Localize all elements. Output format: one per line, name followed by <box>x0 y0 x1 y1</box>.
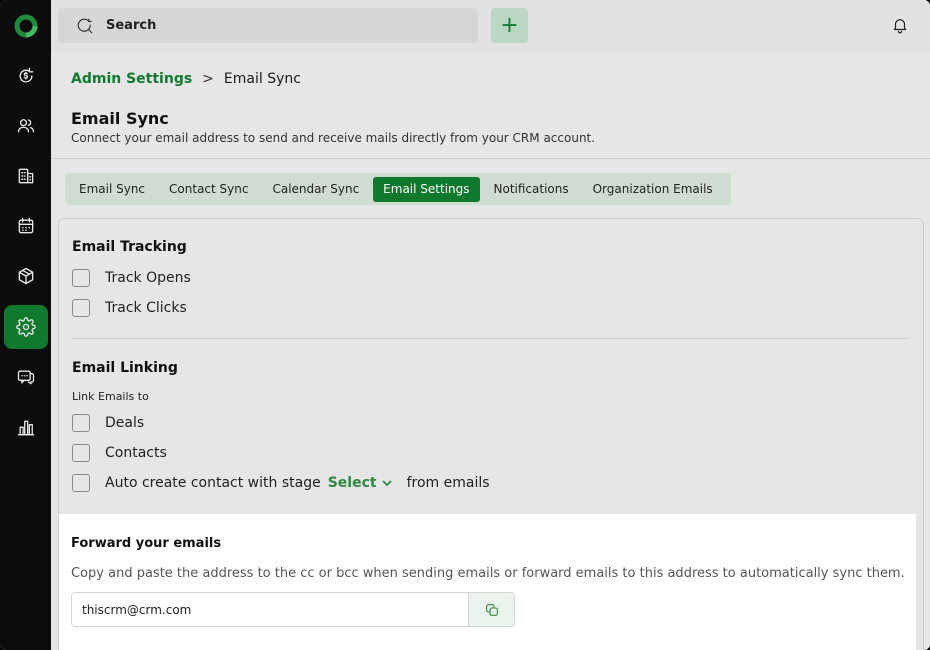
auto-create-label: Auto create contact with stage <box>105 475 321 491</box>
track-clicks-option[interactable]: Track Clicks <box>72 299 187 317</box>
calendar-icon <box>18 217 34 234</box>
bell-icon <box>893 19 907 34</box>
contacts-checkbox[interactable] <box>72 444 90 462</box>
contacts-label: Contacts <box>105 445 167 461</box>
search-box[interactable]: Search <box>58 8 478 43</box>
sidebar-item-calendar[interactable] <box>4 204 48 248</box>
box-icon <box>18 267 34 285</box>
sidebar-item-messages[interactable] <box>4 355 48 399</box>
track-clicks-checkbox[interactable] <box>72 299 90 317</box>
chevron-down-icon <box>382 480 391 486</box>
divider <box>51 158 930 159</box>
app-window: Search + Admin Settings > Email Sync Ema… <box>0 0 930 650</box>
search-icon <box>77 18 93 33</box>
deals-option[interactable]: Deals <box>72 414 144 432</box>
auto-create-suffix: from emails <box>406 475 490 491</box>
track-opens-label: Track Opens <box>105 270 191 286</box>
deals-checkbox[interactable] <box>72 414 90 432</box>
main-area: Search + Admin Settings > Email Sync Ema… <box>51 0 930 650</box>
tab-organization-emails[interactable]: Organization Emails <box>583 177 723 202</box>
building-icon <box>18 168 34 184</box>
add-button[interactable]: + <box>491 8 528 43</box>
sidebar-item-companies[interactable] <box>4 154 48 198</box>
forward-emails-panel: Forward your emails Copy and paste the a… <box>59 514 916 650</box>
gear-icon <box>16 317 36 337</box>
sidebar-item-contacts[interactable] <box>4 104 48 148</box>
sidebar-item-products[interactable] <box>4 254 48 298</box>
tab-notifications[interactable]: Notifications <box>484 177 579 202</box>
copy-button[interactable] <box>468 593 514 626</box>
forward-address-field <box>71 592 515 627</box>
tab-email-settings[interactable]: Email Settings <box>373 176 480 202</box>
logo-icon[interactable] <box>14 14 38 38</box>
settings-tabs: Email Sync Contact Sync Calendar Sync Em… <box>65 173 731 205</box>
notifications-button[interactable] <box>891 16 909 34</box>
stage-select-label: Select <box>327 475 377 491</box>
breadcrumb: Admin Settings > Email Sync <box>71 71 301 87</box>
track-opens-checkbox[interactable] <box>72 269 90 287</box>
chat-icon <box>17 370 35 385</box>
top-bar: Search + <box>51 0 930 51</box>
link-emails-label: Link Emails to <box>72 390 149 403</box>
sidebar-item-settings[interactable] <box>4 305 48 349</box>
chart-icon <box>17 420 35 436</box>
dollar-refresh-icon <box>19 67 34 83</box>
stage-select-dropdown[interactable]: Select <box>328 475 393 491</box>
search-placeholder: Search <box>106 18 157 33</box>
auto-create-option[interactable]: Auto create contact with stage Select fr… <box>72 474 490 492</box>
forward-title: Forward your emails <box>71 536 222 551</box>
sidebar-item-deals[interactable] <box>4 54 48 98</box>
tab-email-sync[interactable]: Email Sync <box>69 177 155 202</box>
forward-description: Copy and paste the address to the cc or … <box>71 566 905 581</box>
email-tracking-title: Email Tracking <box>72 239 187 255</box>
track-opens-option[interactable]: Track Opens <box>72 269 191 287</box>
contacts-option[interactable]: Contacts <box>72 444 167 462</box>
sidebar-item-reports[interactable] <box>4 406 48 450</box>
deals-label: Deals <box>105 415 145 431</box>
chevron-right-icon: > <box>202 71 214 87</box>
page-description: Connect your email address to send and r… <box>71 131 596 145</box>
sidebar <box>0 0 51 650</box>
content: Admin Settings > Email Sync Email Sync C… <box>51 51 930 650</box>
breadcrumb-current: Email Sync <box>223 71 301 87</box>
tab-calendar-sync[interactable]: Calendar Sync <box>262 177 369 202</box>
tab-contact-sync[interactable]: Contact Sync <box>159 177 258 202</box>
section-divider <box>72 338 910 339</box>
forward-email-input[interactable] <box>72 593 468 626</box>
auto-create-checkbox[interactable] <box>72 474 90 492</box>
email-linking-title: Email Linking <box>72 360 178 376</box>
breadcrumb-admin-settings[interactable]: Admin Settings <box>71 71 192 87</box>
users-icon <box>17 119 35 133</box>
page-title: Email Sync <box>71 109 169 128</box>
copy-icon <box>485 603 498 616</box>
track-clicks-label: Track Clicks <box>105 300 187 316</box>
